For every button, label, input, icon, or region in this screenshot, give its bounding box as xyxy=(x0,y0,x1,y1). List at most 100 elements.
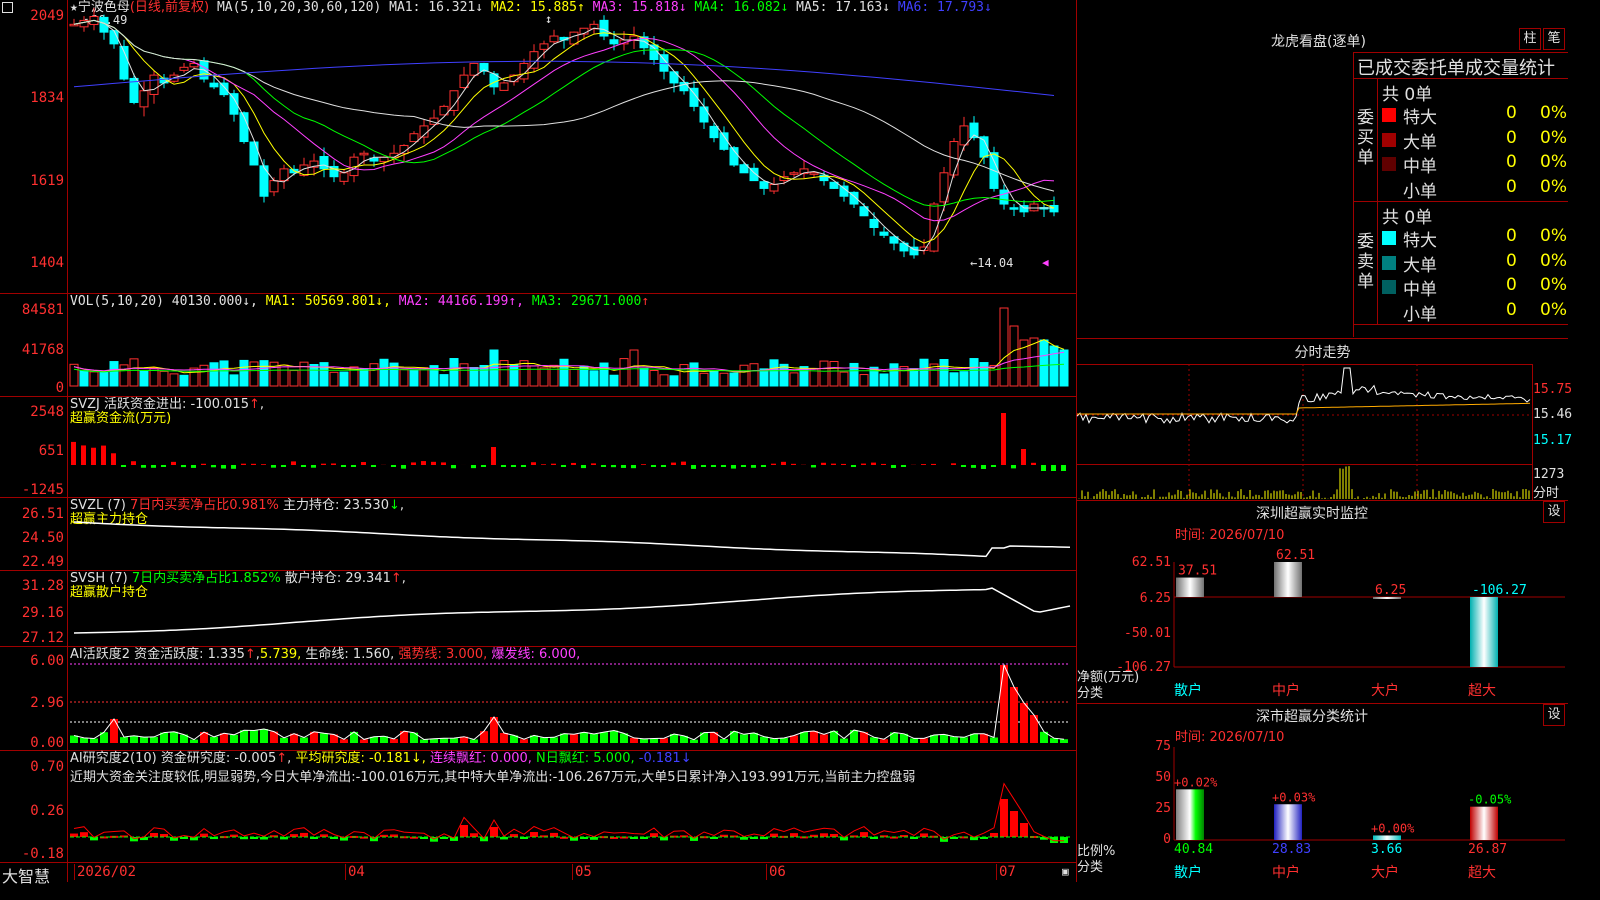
tick-mode-button[interactable]: 笔 xyxy=(1543,28,1565,50)
color-swatch xyxy=(1382,231,1396,245)
volume-bar xyxy=(979,362,989,387)
flow-bar xyxy=(191,465,196,468)
volume-bar xyxy=(329,371,339,387)
candle-body xyxy=(499,82,509,91)
activity-bar xyxy=(820,734,828,743)
ai-research-panel[interactable]: 0.70 0.26 -0.18 AI研究度2(10) 资金研究度: -0.005… xyxy=(0,751,1076,862)
monitor-value-label: -106.27 xyxy=(1472,583,1527,598)
flow-bar xyxy=(511,465,516,467)
order-name: 特大 xyxy=(1403,231,1437,251)
order-row: 小单 0 0% xyxy=(1380,300,1568,325)
column-mode-button[interactable]: 柱 xyxy=(1519,28,1541,50)
price-panel[interactable]: 2049 1834 1619 1404 ★宁波色母(日线,前复权) MA(5,1… xyxy=(0,0,1076,293)
volume-panel[interactable]: 84581 41768 0 VOL(5,10,20) 40130.000↓, M… xyxy=(0,294,1076,396)
research-bar xyxy=(300,832,308,837)
activity-bar xyxy=(260,729,268,743)
volume-bar xyxy=(309,363,319,387)
intraday-panel[interactable]: 分时走势 15.75 15.46 15.17 1273 分时 xyxy=(1076,338,1572,501)
flow-bar xyxy=(861,463,866,465)
sz-class-chart: +0.02% 40.84 散户 +0.03% 28.83 中户 +0.00% 3.66 大户 -0… xyxy=(1173,747,1565,881)
flow-bar xyxy=(611,465,616,468)
dt-mid-sep xyxy=(1353,201,1568,202)
flow-bar xyxy=(291,461,296,465)
volume-bar xyxy=(679,364,689,387)
flow-bar xyxy=(601,465,606,467)
flow-bar xyxy=(921,464,926,465)
flow-bar xyxy=(321,463,326,465)
intraday-y-label: 15.46 xyxy=(1533,407,1573,422)
activity-bar xyxy=(320,733,328,743)
candle-body xyxy=(339,172,349,182)
monitor-bar xyxy=(1470,597,1498,667)
class-bar xyxy=(1274,804,1302,840)
svzl-panel[interactable]: 26.51 24.50 22.49 SVZL (7) 7日内买卖净占比0.981… xyxy=(0,498,1076,570)
order-pct: 0% xyxy=(1540,127,1567,148)
candle-body xyxy=(379,156,389,163)
flow-bar xyxy=(271,465,276,468)
activity-bar xyxy=(540,737,548,743)
flow-bar xyxy=(131,461,136,465)
sz-class-panel[interactable]: 深市超赢分类统计 设 时间: 2026/07/10 75 50 25 0 比例%… xyxy=(1077,703,1568,882)
volume-bar xyxy=(629,349,639,387)
flow-bar xyxy=(931,463,936,465)
activity-bar xyxy=(880,739,888,743)
flow-bar xyxy=(411,462,416,465)
flow-bar xyxy=(421,461,426,465)
candle-body xyxy=(759,181,769,189)
activity-bar xyxy=(1010,687,1018,743)
class-category-label: 大户 xyxy=(1371,864,1399,881)
volume-bar xyxy=(109,361,119,387)
svzj-panel[interactable]: 2548 651 -1245 SVZJ 活跃资金进出: -100.015↑, 超… xyxy=(0,397,1076,498)
monitor-category-label: 超大 xyxy=(1468,683,1496,699)
order-count: 0 xyxy=(1506,226,1517,246)
flow-bar xyxy=(751,465,756,468)
candle-body xyxy=(549,35,559,43)
activity-bar xyxy=(300,737,308,743)
candle-body xyxy=(1029,203,1039,212)
flow-bar xyxy=(81,445,86,465)
ai-active-chart xyxy=(70,663,1070,743)
volume-bar xyxy=(969,358,979,387)
flow-bar xyxy=(521,465,526,467)
volume-bar xyxy=(519,360,529,387)
monitor-value-label: 62.51 xyxy=(1276,548,1315,563)
sell-total: 共 0单 xyxy=(1382,208,1433,228)
activity-bar xyxy=(80,737,88,743)
ai-active-panel[interactable]: 6.00 2.96 0.00 AI活跃度2 资金活跃度: 1.335↑,5.73… xyxy=(0,647,1076,751)
candle-body xyxy=(219,82,229,96)
research-bar xyxy=(1060,837,1068,843)
candle-body xyxy=(269,180,279,193)
volume-bar xyxy=(599,362,609,387)
svzl-line xyxy=(73,521,1071,558)
candle-body xyxy=(249,141,259,166)
flow-bar xyxy=(71,441,76,465)
dt-header-sep xyxy=(1353,78,1568,79)
x-label: 2026/02 xyxy=(74,864,136,880)
volume-bar xyxy=(219,360,229,387)
svsh-panel[interactable]: 31.28 29.16 27.12 SVSH (7) 7日内买卖净占比1.852… xyxy=(0,571,1076,646)
monitor-category-label: 中户 xyxy=(1272,682,1300,699)
activity-bar xyxy=(210,736,218,743)
lock-icon[interactable]: ▣ xyxy=(1062,865,1069,878)
dragon-tiger-panel[interactable]: 龙虎看盘(逐单) 柱 笔 已成交委托单成交量统计 委买单 委卖单 共 0单 共 … xyxy=(1077,0,1568,338)
flow-bar xyxy=(711,465,716,467)
research-bar xyxy=(1020,823,1028,837)
volume-bar xyxy=(449,358,459,387)
order-pct: 0% xyxy=(1540,250,1567,271)
volume-bar xyxy=(569,368,579,387)
class-value-label: 40.84 xyxy=(1174,842,1213,857)
class-change-label: +0.03% xyxy=(1272,790,1316,804)
flow-bar xyxy=(221,465,226,469)
flow-bar xyxy=(961,465,966,467)
candle-body xyxy=(609,39,619,45)
flow-bar xyxy=(331,463,336,465)
sz-monitor-panel[interactable]: 深圳超赢实时监控 设 时间: 2026/07/10 62.51 6.25 -50… xyxy=(1077,500,1568,703)
flow-bar xyxy=(91,447,96,465)
flow-bar xyxy=(241,463,246,465)
price-chart[interactable] xyxy=(0,0,1076,293)
volume-bar xyxy=(439,374,449,387)
flow-bar xyxy=(481,465,486,467)
research-bar xyxy=(790,833,798,837)
volume-bar xyxy=(509,364,519,387)
activity-bar xyxy=(440,738,448,743)
